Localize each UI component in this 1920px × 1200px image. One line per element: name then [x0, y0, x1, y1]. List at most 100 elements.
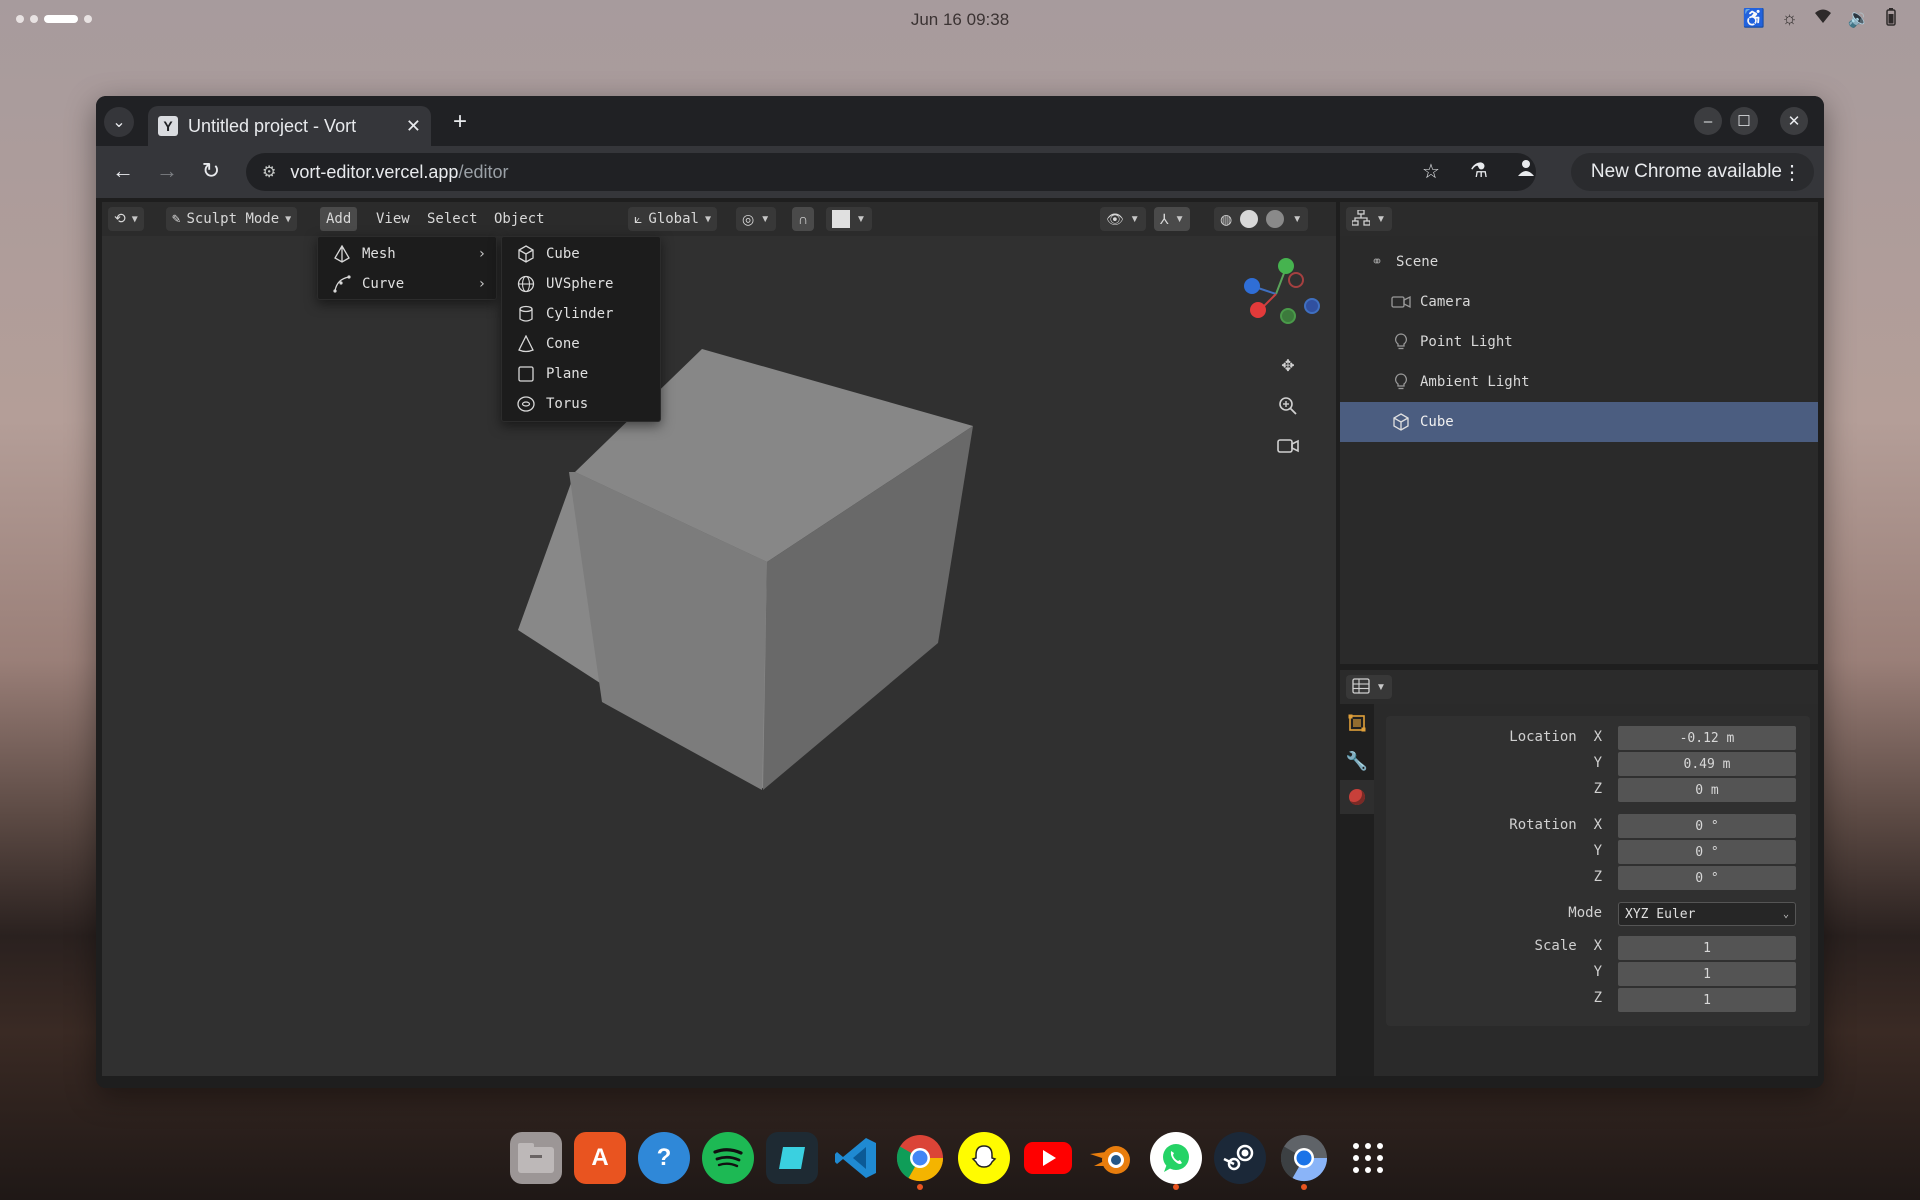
- vort-editor-page: ⟲ ▼ ✎ Sculpt Mode ▼ Add View Select Objec…: [96, 198, 1824, 1088]
- running-indicator-icon: [1173, 1184, 1179, 1190]
- brightness-icon[interactable]: ☼: [1781, 8, 1798, 31]
- close-tab-icon[interactable]: ✕: [406, 116, 421, 137]
- site-info-icon[interactable]: ⚙: [262, 162, 276, 182]
- rotation-y-field[interactable]: 0 °: [1618, 840, 1796, 864]
- battery-icon[interactable]: [1886, 8, 1896, 31]
- add-menu-mesh[interactable]: Mesh ›: [318, 239, 496, 269]
- material-properties-tab[interactable]: [1340, 780, 1374, 814]
- rotation-z-field[interactable]: 0 °: [1618, 866, 1796, 890]
- wifi-icon[interactable]: [1814, 8, 1832, 31]
- scale-y-label: Y: [1593, 964, 1602, 980]
- steam-icon[interactable]: [1214, 1132, 1266, 1184]
- mesh-cube[interactable]: Cube: [502, 239, 660, 269]
- accessibility-icon[interactable]: ♿: [1743, 8, 1765, 31]
- mesh-cone[interactable]: Cone: [502, 329, 660, 359]
- browser-toolbar: ← → ↻ ⚙ vort-editor.vercel.app/editor ☆ …: [96, 146, 1824, 198]
- object-properties-tab[interactable]: [1340, 708, 1374, 742]
- cylinder-icon: [516, 305, 536, 323]
- reload-button[interactable]: ↻: [196, 158, 226, 184]
- location-x-field[interactable]: -0.12 m: [1618, 726, 1796, 750]
- help-icon[interactable]: ?: [638, 1132, 690, 1184]
- menu-item-label: Mesh: [362, 246, 396, 262]
- menu-item-label: Cylinder: [546, 306, 614, 322]
- chevron-down-icon: ⌄: [1782, 908, 1789, 920]
- mesh-torus[interactable]: Torus: [502, 389, 660, 419]
- rotation-x-field[interactable]: 0 °: [1618, 814, 1796, 838]
- youtube-icon[interactable]: [1022, 1132, 1074, 1184]
- add-menu: Mesh › Curve ›: [317, 236, 497, 300]
- mesh-plane[interactable]: Plane: [502, 359, 660, 389]
- browser-tab[interactable]: Y Untitled project - Vort ✕: [148, 106, 431, 146]
- menu-item-label: UVSphere: [546, 276, 614, 292]
- close-window-button[interactable]: ✕: [1780, 107, 1808, 135]
- scale-x-field[interactable]: 1: [1618, 936, 1796, 960]
- snapchat-icon[interactable]: [958, 1132, 1010, 1184]
- system-clock[interactable]: Jun 16 09:38: [0, 10, 1920, 30]
- add-menu-curve[interactable]: Curve ›: [318, 269, 496, 299]
- outliner-item-camera[interactable]: Camera: [1340, 282, 1818, 322]
- outliner-header: ▼: [1340, 202, 1818, 236]
- rotation-mode-select[interactable]: XYZ Euler ⌄: [1618, 902, 1796, 926]
- outliner-item-ambient-light[interactable]: Ambient Light: [1340, 362, 1818, 402]
- vscode-icon[interactable]: [830, 1132, 882, 1184]
- scale-y-field[interactable]: 1: [1618, 962, 1796, 986]
- chevron-down-icon: ▼: [1376, 213, 1386, 225]
- profile-icon[interactable]: [1516, 158, 1536, 184]
- chrome-icon[interactable]: [894, 1132, 946, 1190]
- more-menu-icon[interactable]: ⋮: [1782, 160, 1802, 185]
- menu-item-label: Cone: [546, 336, 580, 352]
- properties-panel: ▼ 🔧 Location X -0.12 m Y 0.49 m Z 0 m Ro…: [1340, 670, 1818, 1076]
- scale-z-field[interactable]: 1: [1618, 988, 1796, 1012]
- new-tab-button[interactable]: +: [445, 107, 475, 137]
- blender-icon[interactable]: [1086, 1132, 1138, 1184]
- location-z-field[interactable]: 0 m: [1618, 778, 1796, 802]
- zoom-view-icon[interactable]: [1272, 390, 1304, 422]
- outliner-item-point-light[interactable]: Point Light: [1340, 322, 1818, 362]
- camera-view-icon[interactable]: [1272, 430, 1304, 462]
- system-tray[interactable]: ♿ ☼ 🔉: [1743, 8, 1896, 31]
- app-grid-icon[interactable]: [1342, 1132, 1394, 1184]
- scene-icon: ⚭: [1371, 254, 1383, 270]
- cube-icon: [516, 245, 536, 263]
- back-button[interactable]: ←: [108, 158, 138, 184]
- app-center-icon[interactable]: A: [574, 1132, 626, 1184]
- navigation-gizmo[interactable]: [1242, 252, 1332, 342]
- mesh-cylinder[interactable]: Cylinder: [502, 299, 660, 329]
- files-icon[interactable]: [510, 1132, 562, 1184]
- outliner-item-cube[interactable]: Cube: [1340, 402, 1818, 442]
- globe-icon: [516, 275, 536, 293]
- mesh-icon: [332, 245, 352, 263]
- location-y-field[interactable]: 0.49 m: [1618, 752, 1796, 776]
- location-z-label: Z: [1593, 781, 1602, 797]
- volume-icon[interactable]: 🔉: [1848, 8, 1870, 31]
- outliner-editor-selector[interactable]: ▼: [1346, 207, 1392, 231]
- 3d-viewport[interactable]: ⟲ ▼ ✎ Sculpt Mode ▼ Add View Select Objec…: [102, 202, 1336, 1076]
- minimize-button[interactable]: –: [1694, 107, 1722, 135]
- move-view-icon[interactable]: ✥: [1272, 350, 1304, 382]
- chrome-update-button[interactable]: New Chrome available ⋮: [1570, 153, 1814, 191]
- forward-button[interactable]: →: [152, 158, 182, 184]
- cube-mesh[interactable]: [102, 202, 1336, 1076]
- rotation-y-label: Y: [1593, 843, 1602, 859]
- mesh-uvsphere[interactable]: UVSphere: [502, 269, 660, 299]
- tab-search-button[interactable]: ⌄: [104, 107, 134, 137]
- chevron-right-icon: ›: [477, 246, 486, 262]
- whatsapp-icon[interactable]: [1150, 1132, 1202, 1190]
- terminal-icon[interactable]: [766, 1132, 818, 1184]
- outliner-item-scene[interactable]: ⚭ Scene: [1340, 242, 1818, 282]
- chrome-dev-icon[interactable]: [1278, 1132, 1330, 1190]
- bookmark-star-icon[interactable]: ☆: [1422, 159, 1440, 184]
- spotify-icon[interactable]: [702, 1132, 754, 1184]
- maximize-button[interactable]: ☐: [1730, 107, 1758, 135]
- address-bar[interactable]: ⚙ vort-editor.vercel.app/editor: [246, 153, 1536, 191]
- table-icon: [1352, 677, 1370, 697]
- menu-item-label: Curve: [362, 276, 405, 292]
- menu-item-label: Torus: [546, 396, 589, 412]
- modifier-properties-tab[interactable]: 🔧: [1340, 744, 1374, 778]
- system-top-bar: Jun 16 09:38 ♿ ☼ 🔉: [0, 0, 1920, 40]
- dock: A ?: [510, 1126, 1394, 1190]
- labs-flask-icon[interactable]: ⚗: [1470, 158, 1488, 183]
- object-transform-icon: [1348, 714, 1366, 737]
- properties-editor-selector[interactable]: ▼: [1346, 675, 1392, 699]
- location-y-label: Y: [1593, 755, 1602, 771]
